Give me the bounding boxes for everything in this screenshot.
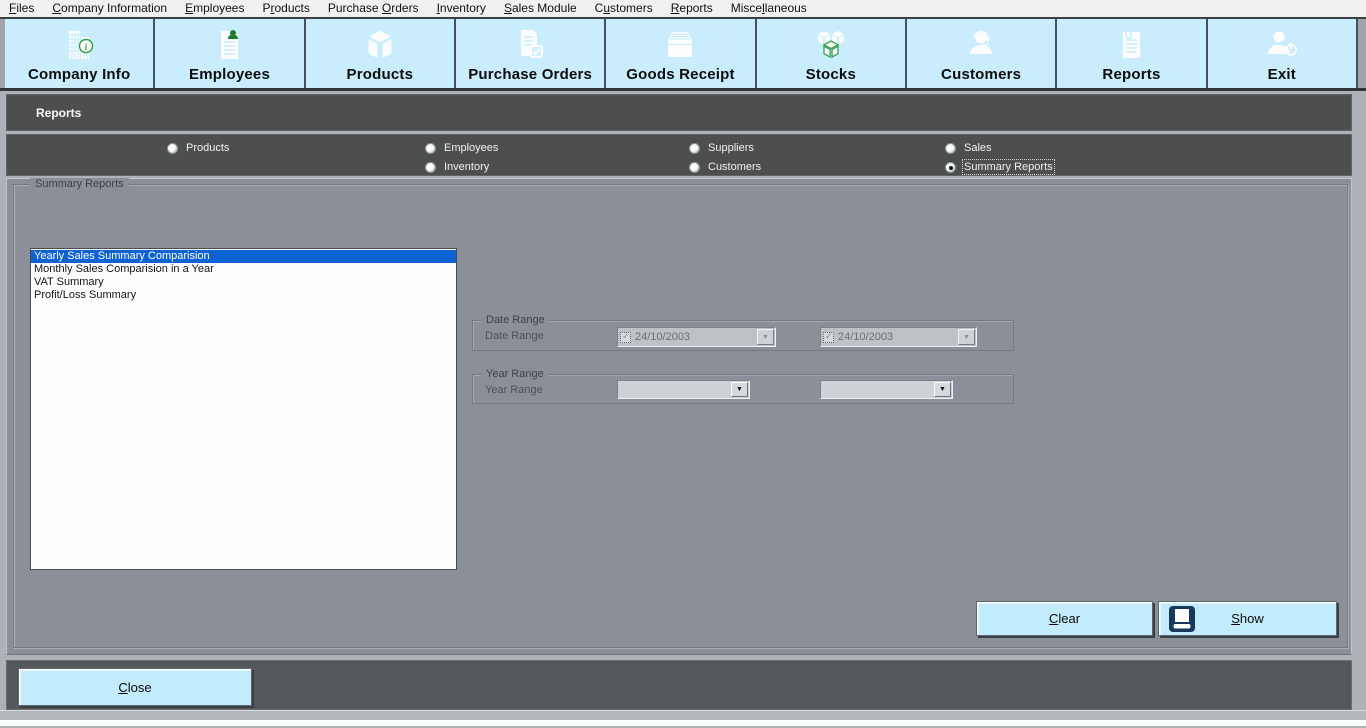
date-to-picker[interactable]: 24/10/2003 ▼ xyxy=(820,327,977,347)
window-frame-edge xyxy=(0,720,1366,726)
year-range-groupbox: Year Range Year Range ▼ ▼ xyxy=(472,374,1014,404)
summary-report-list[interactable]: Yearly Sales Summary Comparision Monthly… xyxy=(30,248,457,570)
radio-label: Customers xyxy=(708,161,761,173)
printer-icon xyxy=(1169,606,1195,632)
list-item[interactable]: Yearly Sales Summary Comparision xyxy=(31,250,456,263)
menu-customers[interactable]: Customers xyxy=(586,0,662,18)
building-info-icon: i xyxy=(60,24,98,66)
menu-reports[interactable]: Reports xyxy=(662,0,722,18)
page-title: Reports xyxy=(36,106,81,120)
stock-cubes-icon xyxy=(812,24,850,66)
radio-employees[interactable]: Employees xyxy=(425,142,498,154)
date-value: 24/10/2003 xyxy=(635,331,690,343)
radio-customers[interactable]: Customers xyxy=(689,161,761,173)
date-from-picker[interactable]: 24/10/2003 ▼ xyxy=(617,327,776,347)
toolbar-button-products[interactable]: Products xyxy=(304,19,454,88)
toolbar-label: Company Info xyxy=(28,66,130,83)
toolbar-button-stocks[interactable]: Stocks xyxy=(755,19,905,88)
summary-reports-panel: Summary Reports Yearly Sales Summary Com… xyxy=(6,178,1352,655)
groupbox-caption: Summary Reports xyxy=(30,178,129,190)
date-value: 24/10/2003 xyxy=(838,331,893,343)
menu-purchase-orders[interactable]: Purchase Orders xyxy=(319,0,428,18)
menu-inventory[interactable]: Inventory xyxy=(428,0,495,18)
radio-suppliers[interactable]: Suppliers xyxy=(689,142,754,154)
radio-label: Summary Reports xyxy=(964,161,1053,173)
toolbar-label: Products xyxy=(347,66,414,83)
year-range-label: Year Range xyxy=(485,384,543,396)
menu-miscellaneous[interactable]: Miscellaneous xyxy=(722,0,816,18)
date-checkbox[interactable] xyxy=(620,332,631,343)
groupbox-caption: Year Range xyxy=(481,368,549,380)
chevron-down-icon[interactable]: ▼ xyxy=(757,329,774,345)
radio-circle[interactable] xyxy=(167,143,178,154)
radio-label: Products xyxy=(186,142,229,154)
application-window: Files Company Information Employees Prod… xyxy=(0,0,1366,728)
radio-label: Suppliers xyxy=(708,142,754,154)
toolbar-label: Employees xyxy=(189,66,270,83)
cube-icon xyxy=(361,24,399,66)
radio-circle[interactable] xyxy=(689,143,700,154)
menu-sales-module[interactable]: Sales Module xyxy=(495,0,586,18)
window-frame-strip xyxy=(0,710,1366,720)
chevron-down-icon[interactable]: ▼ xyxy=(934,382,951,397)
date-range-label: Date Range xyxy=(485,330,544,342)
radio-label: Inventory xyxy=(444,161,489,173)
menu-bar: Files Company Information Employees Prod… xyxy=(0,0,1366,19)
radio-inventory[interactable]: Inventory xyxy=(425,161,489,173)
reports-header: Reports xyxy=(6,94,1352,131)
toolbar-button-customers[interactable]: Customers xyxy=(905,19,1055,88)
menu-employees[interactable]: Employees xyxy=(176,0,253,18)
toolbar-label: Exit xyxy=(1268,66,1296,83)
toolbar-button-reports[interactable]: Reports xyxy=(1055,19,1205,88)
date-range-groupbox: Date Range Date Range 24/10/2003 ▼ 24/10… xyxy=(472,320,1014,351)
show-button[interactable]: Show xyxy=(1158,601,1337,636)
list-item[interactable]: Monthly Sales Comparision in a Year xyxy=(31,263,456,276)
menu-company-information[interactable]: Company Information xyxy=(43,0,176,18)
menu-files[interactable]: Files xyxy=(0,0,43,18)
radio-circle[interactable] xyxy=(945,143,956,154)
radio-label: Sales xyxy=(964,142,992,154)
report-document-icon xyxy=(1112,24,1150,66)
toolbar-button-company-info[interactable]: i Company Info xyxy=(5,19,153,88)
year-to-combobox[interactable]: ▼ xyxy=(820,380,953,399)
radio-circle[interactable] xyxy=(945,162,956,173)
close-button[interactable]: Close xyxy=(18,668,252,706)
radio-circle[interactable] xyxy=(689,162,700,173)
toolbar-label: Customers xyxy=(941,66,1021,83)
content-area: Reports Products Employees Inventory Sup… xyxy=(0,91,1366,710)
radio-label: Employees xyxy=(444,142,498,154)
radio-sales[interactable]: Sales xyxy=(945,142,992,154)
year-from-combobox[interactable]: ▼ xyxy=(617,380,750,399)
bottom-bar: Close xyxy=(6,660,1352,710)
date-checkbox[interactable] xyxy=(823,332,834,343)
goods-crate-icon xyxy=(661,24,699,66)
clear-button[interactable]: Clear xyxy=(976,601,1153,636)
toolbar: i Company Info Employees Pr xyxy=(0,19,1366,91)
toolbar-button-goods-receipt[interactable]: Goods Receipt xyxy=(604,19,754,88)
toolbar-label: Reports xyxy=(1102,66,1160,83)
radio-products[interactable]: Products xyxy=(167,142,229,154)
radio-circle[interactable] xyxy=(425,162,436,173)
radio-summary-reports[interactable]: Summary Reports xyxy=(945,161,1053,173)
customer-headset-icon xyxy=(962,24,1000,66)
chevron-down-icon[interactable]: ▼ xyxy=(731,382,748,397)
toolbar-label: Stocks xyxy=(806,66,856,83)
radio-circle[interactable] xyxy=(425,143,436,154)
purchase-order-check-icon xyxy=(511,24,549,66)
employee-document-icon xyxy=(210,24,248,66)
groupbox-caption: Date Range xyxy=(481,314,550,326)
exit-power-icon xyxy=(1263,24,1301,66)
toolbar-button-exit[interactable]: Exit xyxy=(1206,19,1358,88)
report-type-selector: Products Employees Inventory Suppliers C… xyxy=(6,134,1352,176)
list-item[interactable]: Profit/Loss Summary xyxy=(31,289,456,302)
menu-products[interactable]: Products xyxy=(253,0,318,18)
toolbar-label: Purchase Orders xyxy=(468,66,592,83)
chevron-down-icon[interactable]: ▼ xyxy=(958,329,975,345)
toolbar-label: Goods Receipt xyxy=(626,66,734,83)
toolbar-button-employees[interactable]: Employees xyxy=(153,19,303,88)
toolbar-button-purchase-orders[interactable]: Purchase Orders xyxy=(454,19,604,88)
list-item[interactable]: VAT Summary xyxy=(31,276,456,289)
